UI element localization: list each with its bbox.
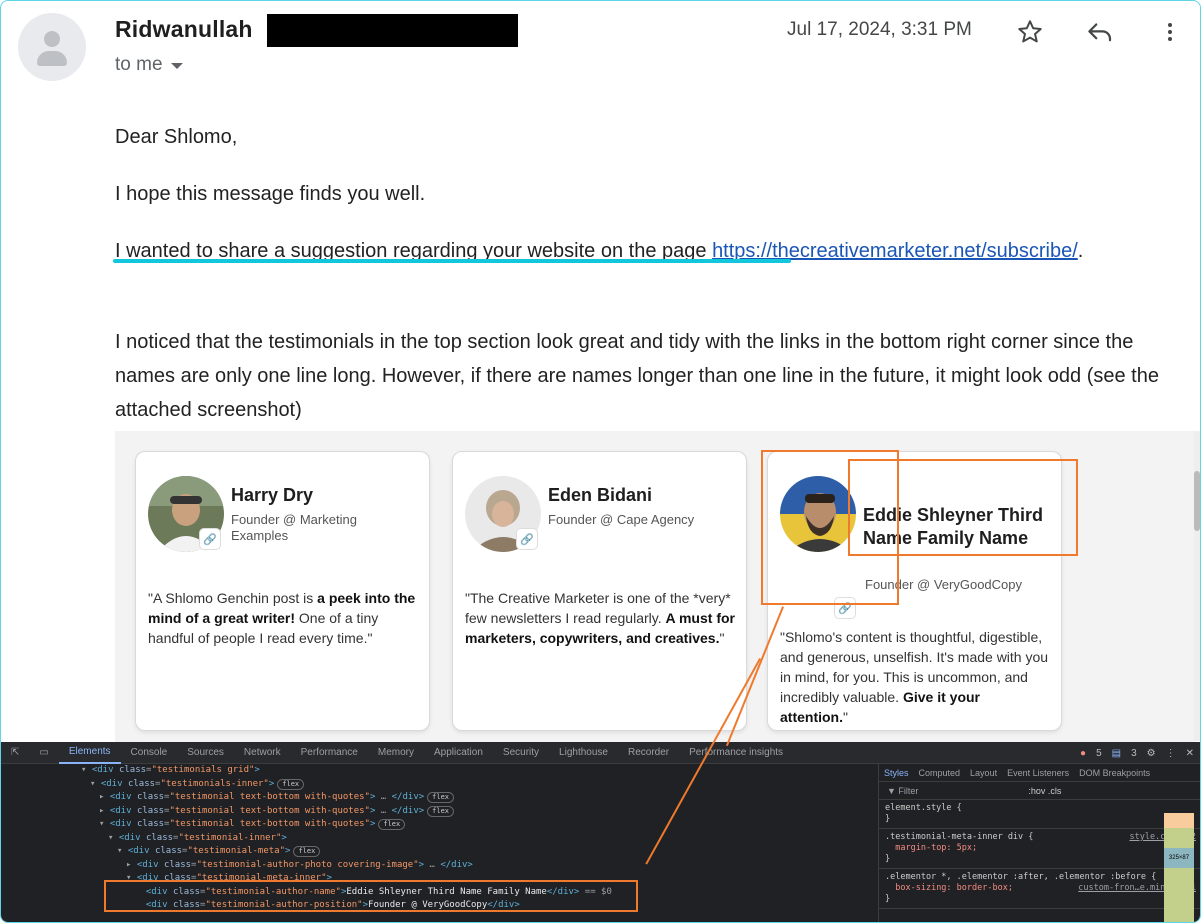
tab-security[interactable]: Security	[493, 742, 549, 764]
quote-text-end: "	[719, 630, 725, 646]
filter-icon: ▼	[887, 785, 899, 796]
rule-selector: element.style {	[885, 803, 962, 813]
error-icon: ●	[1080, 747, 1087, 759]
more-options-button[interactable]	[1153, 15, 1187, 49]
message-icon: ▤	[1111, 747, 1122, 759]
dom-node[interactable]: ▾ <div class="testimonials grid">	[81, 764, 869, 778]
annotation-box-dom	[104, 880, 638, 912]
testimonial-author-role: Founder @ Cape Agency	[548, 512, 695, 527]
sender-name: Ridwanullah	[115, 16, 253, 42]
more-vert-icon[interactable]: ⋮	[1166, 748, 1176, 759]
tab-computed[interactable]: Computed	[914, 768, 966, 778]
paragraph-2-end: .	[1077, 240, 1084, 262]
tab-event-listeners[interactable]: Event Listeners	[1002, 768, 1074, 778]
filter-tools[interactable]: :hov .cls	[1028, 786, 1061, 796]
dom-node[interactable]: ▸ <div class="testimonial text-bottom wi…	[81, 791, 869, 805]
link-icon[interactable]: 🔗	[199, 528, 221, 550]
redaction-bar	[267, 14, 518, 47]
sender-avatar[interactable]	[18, 13, 86, 81]
avatar-body-shape	[37, 51, 67, 66]
styles-pane: Styles Computed Layout Event Listeners D…	[878, 764, 1200, 922]
tab-layout[interactable]: Layout	[965, 768, 1002, 778]
tab-styles[interactable]: Styles	[879, 768, 914, 778]
tab-memory[interactable]: Memory	[368, 742, 424, 764]
dom-node[interactable]: ▸ <div class="testimonial text-bottom wi…	[81, 805, 869, 819]
device-toolbar-icon[interactable]: ▭	[29, 742, 58, 764]
styles-filter[interactable]: ▼ Filter :hov .cls	[879, 782, 1200, 800]
reply-icon	[1088, 23, 1112, 42]
dom-node[interactable]: ▾ <div class="testimonial-inner">	[81, 832, 869, 846]
dom-node[interactable]: ▾ <div class="testimonial text-bottom wi…	[81, 818, 869, 832]
dom-node[interactable]: ▾ <div class="testimonial-meta"> flex	[81, 845, 869, 859]
tab-recorder[interactable]: Recorder	[618, 742, 679, 764]
testimonial-author-role: Founder @ Marketing Examples	[231, 512, 357, 543]
recipient-toggle[interactable]: to me	[115, 54, 183, 76]
close-icon[interactable]: ✕	[1186, 748, 1194, 759]
inspect-element-icon[interactable]: ⇱	[1, 742, 29, 764]
box-model-value: 325×87	[1164, 848, 1194, 868]
error-count[interactable]: 5	[1096, 748, 1102, 759]
devtools-status: ● 5 ▤ 3 ⚙ ⋮ ✕	[1080, 742, 1194, 764]
email-greeting: Dear Shlomo,	[115, 126, 238, 148]
gear-icon[interactable]: ⚙	[1147, 748, 1156, 759]
star-button[interactable]	[1013, 15, 1047, 49]
testimonial-author-name: Harry Dry	[231, 485, 314, 505]
tab-sources[interactable]: Sources	[177, 742, 234, 764]
rule-selector: .elementor *, .elementor :after, .elemen…	[885, 872, 1157, 882]
styles-tabbar: Styles Computed Layout Event Listeners D…	[879, 764, 1200, 782]
style-rule: .elementor *, .elementor :after, .elemen…	[879, 869, 1200, 909]
dom-node[interactable]: ▾ <div class="testimonials-inner"> flex	[81, 778, 869, 792]
tab-network[interactable]: Network	[234, 742, 291, 764]
quote-text-end: "	[843, 709, 848, 725]
recipient-label: to me	[115, 54, 163, 75]
tab-application[interactable]: Application	[424, 742, 493, 764]
rule-declaration[interactable]: margin-top: 5px;	[895, 843, 977, 853]
style-rule: element.style {}	[879, 800, 1200, 829]
reply-button[interactable]	[1083, 15, 1117, 49]
avatar-head-shape	[44, 31, 60, 47]
email-paragraph-3: I noticed that the testimonials in the t…	[115, 331, 1159, 421]
tab-elements[interactable]: Elements	[58, 742, 121, 764]
box-model-diagram: 325×87	[1164, 813, 1194, 922]
testimonial-quote: "The Creative Marketer is one of the *ve…	[465, 588, 735, 648]
rule-selector: .testimonial-meta-inner div {	[885, 832, 1034, 842]
tab-performance-insights[interactable]: Performance insights	[679, 742, 793, 764]
email-date: Jul 17, 2024, 3:31 PM	[787, 19, 972, 40]
link-icon[interactable]: 🔗	[516, 528, 538, 550]
screenshot-scrollbar[interactable]	[1194, 431, 1200, 741]
email-paragraph-1: I hope this message finds you well.	[115, 183, 426, 205]
filter-input[interactable]: Filter	[898, 786, 918, 796]
chevron-down-icon	[170, 63, 183, 69]
devtools-tabbar: ⇱ ▭ Elements Console Sources Network Per…	[1, 742, 1200, 764]
quote-text: "A Shlomo Genchin post is	[148, 590, 318, 606]
tab-lighthouse[interactable]: Lighthouse	[549, 742, 618, 764]
rule-declaration[interactable]: box-sizing: border-box;	[895, 883, 1013, 893]
testimonial-quote: "Shlomo's content is thoughtful, digesti…	[780, 627, 1050, 727]
testimonial-card: Eden Bidani Founder @ Cape Agency 🔗 "The…	[452, 451, 747, 731]
email-frame: Ridwanullah to me Jul 17, 2024, 3:31 PM …	[0, 0, 1201, 923]
dom-node[interactable]: ▸ <div class="testimonial-author-photo c…	[81, 859, 869, 873]
tab-console[interactable]: Console	[121, 742, 178, 764]
testimonial-author-name: Eden Bidani	[548, 485, 653, 505]
testimonial-card: Harry Dry Founder @ Marketing Examples 🔗…	[135, 451, 430, 731]
testimonial-quote: "A Shlomo Genchin post is a peek into th…	[148, 588, 418, 648]
tab-performance[interactable]: Performance	[291, 742, 368, 764]
annotation-box-name	[848, 459, 1078, 556]
message-count[interactable]: 3	[1131, 748, 1137, 759]
tab-dom-breakpoints[interactable]: DOM Breakpoints	[1074, 768, 1155, 778]
scrollbar-thumb[interactable]	[1194, 471, 1200, 531]
style-rule: .testimonial-meta-inner div {style.css:4…	[879, 829, 1200, 869]
highlight-underline	[113, 259, 791, 263]
star-icon	[1018, 20, 1042, 43]
more-vert-icon	[1168, 23, 1172, 41]
